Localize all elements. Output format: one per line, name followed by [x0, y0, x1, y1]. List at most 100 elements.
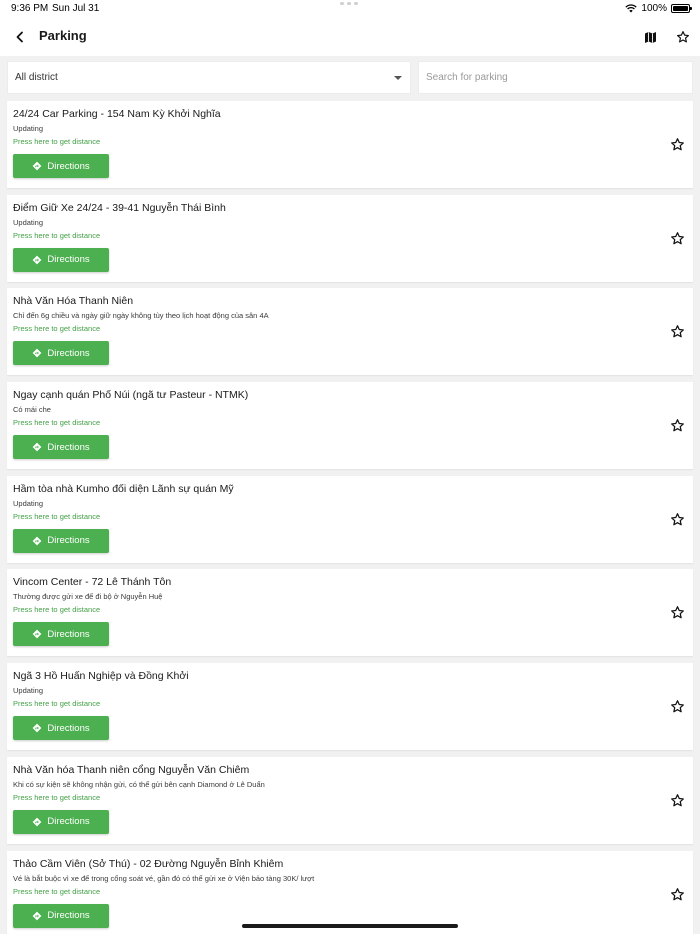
parking-card[interactable]: Nhà Văn Hóa Thanh Niên Chỉ đến 6g chiều …: [7, 288, 693, 376]
favorites-button[interactable]: [673, 27, 693, 47]
parking-card[interactable]: Ngay cạnh quán Phố Núi (ngã tư Pasteur -…: [7, 382, 693, 470]
back-button[interactable]: [10, 27, 30, 47]
directions-label: Directions: [47, 160, 90, 172]
battery-percentage: 100%: [641, 3, 667, 14]
parking-title: 24/24 Car Parking - 154 Nam Kỳ Khởi Nghĩ…: [13, 108, 221, 120]
star-outline-icon: [671, 793, 684, 807]
parking-card[interactable]: Điểm Giữ Xe 24/24 - 39-41 Nguyễn Thái Bì…: [7, 194, 693, 282]
parking-description: Thường được gửi xe để đi bộ ở Nguyễn Huệ: [13, 592, 163, 602]
search-input[interactable]: [426, 72, 681, 83]
parking-description: Updating: [13, 124, 44, 133]
directions-button[interactable]: Directions: [13, 341, 109, 366]
back-arrow-icon: [16, 31, 23, 43]
parking-description: Updating: [13, 217, 44, 227]
star-outline-icon: [671, 419, 684, 432]
directions-label: Directions: [47, 628, 90, 640]
parking-list: 24/24 Car Parking - 154 Nam Kỳ Khởi Nghĩ…: [7, 101, 693, 934]
search-field[interactable]: [418, 61, 693, 94]
directions-diamond-icon: [33, 630, 42, 639]
directions-button[interactable]: Directions: [13, 903, 109, 928]
district-dropdown[interactable]: All district: [7, 61, 411, 94]
directions-label: Directions: [47, 441, 90, 453]
favorite-button[interactable]: [670, 605, 685, 620]
map-icon: [644, 31, 656, 43]
status-indicators: 100%: [625, 3, 692, 14]
status-date: Sun Jul 31: [52, 3, 100, 14]
parking-title: Vincom Center - 72 Lê Thánh Tôn: [13, 576, 172, 589]
parking-description: Khi có sự kiện sẽ không nhận gửi, có thể…: [13, 779, 265, 789]
parking-description: Vé là bắt buộc vì xe để trong cổng soát …: [13, 873, 315, 883]
status-time: 9:36 PM: [11, 3, 49, 14]
directions-diamond-icon: [33, 817, 42, 827]
parking-card[interactable]: Hầm tòa nhà Kumho đối diện Lãnh sự quán …: [7, 475, 693, 563]
parking-title: Ngay cạnh quán Phố Núi (ngã tư Pasteur -…: [13, 389, 249, 402]
directions-label: Directions: [47, 254, 90, 266]
home-indicator[interactable]: [242, 924, 458, 928]
get-distance-link[interactable]: Press here to get distance: [13, 418, 100, 427]
page-title: Parking: [39, 28, 87, 43]
app-bar: Parking: [0, 18, 700, 56]
parking-card[interactable]: Ngã 3 Hồ Huấn Nghiệp và Đồng Khởi Updati…: [7, 663, 693, 751]
district-selected-value: All district: [15, 72, 58, 83]
directions-label: Directions: [47, 816, 90, 828]
favorite-button[interactable]: [670, 324, 685, 339]
directions-button[interactable]: Directions: [13, 247, 109, 272]
favorite-button[interactable]: [670, 137, 685, 152]
star-outline-icon: [671, 887, 684, 900]
get-distance-link[interactable]: Press here to get distance: [13, 887, 100, 896]
star-outline-icon: [671, 606, 684, 619]
parking-card[interactable]: Thảo Cầm Viên (Sở Thú) - 02 Đường Nguyễn…: [7, 850, 693, 934]
parking-title: Điểm Giữ Xe 24/24 - 39-41 Nguyễn Thái Bì…: [13, 201, 226, 214]
directions-label: Directions: [47, 347, 90, 359]
directions-diamond-icon: [33, 161, 42, 171]
parking-title: Thảo Cầm Viên (Sở Thú) - 02 Đường Nguyễn…: [13, 857, 284, 870]
star-outline-icon: [671, 512, 684, 526]
map-view-button[interactable]: [640, 27, 660, 47]
directions-button[interactable]: Directions: [13, 528, 109, 553]
directions-diamond-icon: [33, 911, 42, 920]
get-distance-link[interactable]: Press here to get distance: [13, 699, 100, 708]
favorite-button[interactable]: [670, 793, 685, 808]
get-distance-link[interactable]: Press here to get distance: [13, 324, 100, 333]
star-outline-icon: [671, 700, 684, 713]
parking-description: Updating: [13, 686, 44, 696]
favorite-button[interactable]: [670, 418, 685, 433]
parking-title: Hầm tòa nhà Kumho đối diện Lãnh sự quán …: [13, 482, 234, 495]
parking-title: Ngã 3 Hồ Huấn Nghiệp và Đồng Khởi: [13, 670, 189, 683]
favorite-button[interactable]: [670, 699, 685, 714]
chevron-down-icon: [394, 76, 402, 80]
parking-description: Có mái che: [13, 405, 51, 415]
directions-diamond-icon: [33, 723, 42, 733]
get-distance-link[interactable]: Press here to get distance: [13, 137, 100, 146]
parking-card[interactable]: Vincom Center - 72 Lê Thánh Tôn Thường đ…: [7, 569, 693, 657]
directions-button[interactable]: Directions: [13, 622, 109, 647]
favorite-button[interactable]: [670, 231, 685, 246]
directions-label: Directions: [47, 910, 90, 921]
directions-diamond-icon: [33, 349, 42, 358]
directions-button[interactable]: Directions: [13, 435, 109, 460]
star-outline-icon: [671, 138, 684, 151]
parking-card[interactable]: 24/24 Car Parking - 154 Nam Kỳ Khởi Nghĩ…: [7, 101, 693, 188]
parking-card[interactable]: Nhà Văn hóa Thanh niên cổng Nguyễn Văn C…: [7, 756, 693, 844]
favorite-button[interactable]: [670, 887, 685, 902]
parking-description: Updating: [13, 498, 44, 508]
parking-title: Nhà Văn hóa Thanh niên cổng Nguyễn Văn C…: [13, 763, 250, 776]
parking-screen: 9:36 PM Sun Jul 31 100% Parking All dist…: [0, 0, 700, 934]
star-outline-icon: [671, 325, 684, 338]
directions-label: Directions: [47, 722, 90, 734]
parking-description: Chỉ đến 6g chiều và ngày giữ ngày không …: [13, 311, 269, 321]
get-distance-link[interactable]: Press here to get distance: [13, 512, 100, 521]
status-bar: 9:36 PM Sun Jul 31 100%: [0, 0, 700, 18]
favorite-button[interactable]: [670, 512, 685, 527]
directions-label: Directions: [47, 535, 90, 547]
directions-diamond-icon: [33, 255, 42, 265]
star-outline-icon: [676, 31, 690, 43]
get-distance-link[interactable]: Press here to get distance: [13, 605, 100, 614]
get-distance-link[interactable]: Press here to get distance: [13, 793, 100, 802]
directions-button[interactable]: Directions: [13, 154, 109, 178]
battery-icon: [671, 4, 692, 13]
directions-button[interactable]: Directions: [13, 809, 109, 834]
get-distance-link[interactable]: Press here to get distance: [13, 231, 100, 240]
directions-button[interactable]: Directions: [13, 716, 109, 741]
multitasking-dots-icon[interactable]: [340, 2, 360, 6]
